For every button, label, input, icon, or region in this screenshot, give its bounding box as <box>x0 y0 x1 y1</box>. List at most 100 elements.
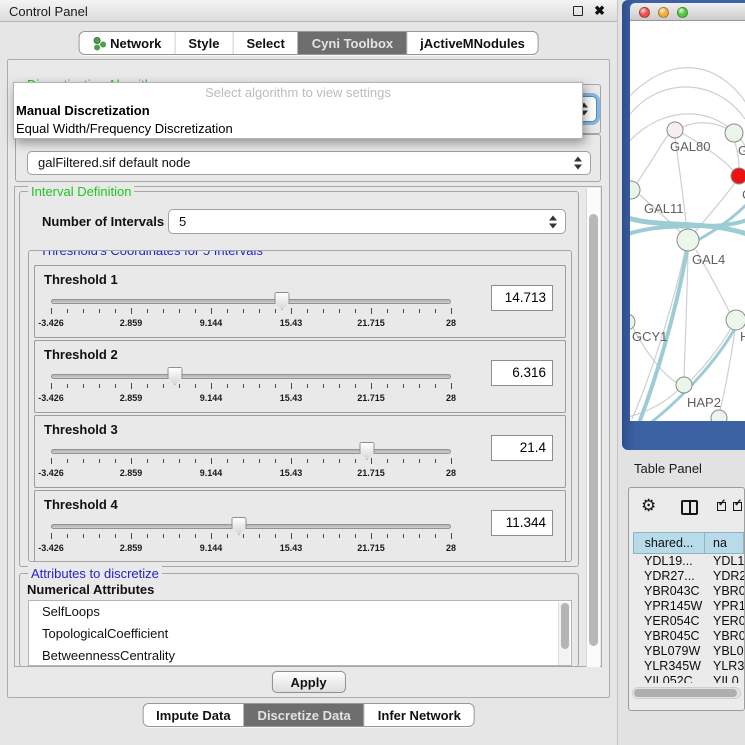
cell-shared-name[interactable]: YER054C <box>633 614 705 629</box>
threshold-label: Threshold 2 <box>44 347 118 362</box>
interval-definition-legend: Interval Definition <box>28 184 134 199</box>
table-horizontal-scrollbar[interactable] <box>632 687 741 699</box>
table-data-combobox[interactable]: galFiltered.sif default node <box>27 151 591 175</box>
slider-track[interactable] <box>51 449 451 454</box>
cell-shared-name[interactable]: YBR045C <box>633 629 705 644</box>
slider-ticks <box>51 533 451 541</box>
table-row[interactable]: YLR345WYLR3 <box>633 659 744 674</box>
threshold-slider[interactable]: -3.4262.8599.14415.4321.71528 <box>51 516 451 562</box>
table-row[interactable]: YDL19...YDL1 <box>633 554 744 569</box>
threshold-slider[interactable]: -3.4262.8599.14415.4321.71528 <box>51 366 451 412</box>
scrollbar-thumb[interactable] <box>634 689 737 697</box>
threshold-slider[interactable]: -3.4262.8599.14415.4321.71528 <box>51 291 451 337</box>
list-item-betweennesscentrality[interactable]: BetweennessCentrality <box>29 645 571 666</box>
minimize-traffic-light-icon[interactable] <box>658 7 669 18</box>
cell-shared-name[interactable]: YLR345W <box>633 659 705 674</box>
network-node-gal80[interactable] <box>667 122 683 138</box>
table-row[interactable]: YBR043CYBR0 <box>633 584 744 599</box>
list-item-selfloops[interactable]: SelfLoops <box>29 601 571 623</box>
scrollbar-thumb[interactable] <box>589 214 598 646</box>
network-edge[interactable] <box>691 328 731 380</box>
cell-name[interactable]: YDR2 <box>705 569 744 584</box>
table-rows: YDL19...YDL1YDR27...YDR2YBR043CYBR0YPR14… <box>633 554 744 683</box>
number-of-intervals-combobox[interactable]: 5 <box>168 209 566 234</box>
tab-network[interactable]: Network <box>79 32 174 54</box>
network-node[interactable] <box>726 310 745 330</box>
scale-tick-label: 28 <box>446 393 456 403</box>
table-data-value: galFiltered.sif default node <box>38 155 190 170</box>
network-node-selected-red[interactable] <box>731 168 745 184</box>
table-toolbar: ⚙ <box>629 488 744 528</box>
slider-scale: -3.4262.8599.14415.4321.71528 <box>51 393 451 405</box>
split-pane-icon[interactable] <box>681 500 698 515</box>
tab-select[interactable]: Select <box>232 32 297 54</box>
column-header-shared[interactable]: shared... <box>633 532 705 554</box>
cell-shared-name[interactable]: YBL079W <box>633 644 705 659</box>
cell-shared-name[interactable]: YDL19... <box>633 554 705 569</box>
network-node-gal4[interactable] <box>677 229 699 251</box>
table-row[interactable]: YBL079WYBL0 <box>633 644 744 659</box>
cell-name[interactable]: YBR0 <box>705 629 744 644</box>
zoom-traffic-light-icon[interactable] <box>677 7 688 18</box>
column-header-name[interactable]: na <box>705 532 744 554</box>
cell-name[interactable]: YIL0 <box>705 674 744 683</box>
tab-infer-network[interactable]: Infer Network <box>364 704 474 726</box>
slider-track[interactable] <box>51 524 451 529</box>
threshold-value-input[interactable]: 21.4 <box>491 435 553 461</box>
cell-name[interactable]: YBL0 <box>705 644 744 659</box>
tab-label: Infer Network <box>378 708 461 723</box>
scale-tick-label: 2.859 <box>120 543 143 553</box>
tab-cyni-toolbox[interactable]: Cyni Toolbox <box>298 32 406 54</box>
algorithm-option-equal-width-frequency[interactable]: Equal Width/Frequency Discretization <box>14 120 582 138</box>
slider-track[interactable] <box>51 299 451 304</box>
table-row[interactable]: YDR27...YDR2 <box>633 569 744 584</box>
cell-shared-name[interactable]: YPR145W <box>633 599 705 614</box>
settings-scrollbar[interactable] <box>586 188 600 667</box>
close-icon[interactable]: ✖ <box>594 3 605 19</box>
scrollbar-thumb[interactable] <box>561 603 569 649</box>
network-node[interactable] <box>725 124 743 142</box>
settings-gear-icon[interactable]: ⚙ <box>641 496 656 516</box>
cell-shared-name[interactable]: YDR27... <box>633 569 705 584</box>
attributes-scrollbar[interactable] <box>558 602 570 666</box>
cell-shared-name[interactable]: YBR043C <box>633 584 705 599</box>
network-edge[interactable] <box>637 135 668 183</box>
cell-name[interactable]: YER0 <box>705 614 744 629</box>
scale-tick-label: 2.859 <box>120 318 143 328</box>
network-node-gal11[interactable] <box>630 181 640 199</box>
close-traffic-light-icon[interactable] <box>639 7 650 18</box>
cell-name[interactable]: YDL1 <box>705 554 744 569</box>
tab-impute-data[interactable]: Impute Data <box>143 704 243 726</box>
select-checkbox-icon[interactable] <box>717 502 726 511</box>
threshold-slider[interactable]: -3.4262.8599.14415.4321.71528 <box>51 441 451 487</box>
apply-button[interactable]: Apply <box>271 671 345 693</box>
tab-jactivemnodules[interactable]: jActiveMNodules <box>406 32 538 54</box>
numerical-attributes-list[interactable]: SelfLoopsTopologicalCoefficientBetweenne… <box>28 600 572 666</box>
network-edge[interactable] <box>630 390 678 417</box>
select-checkbox-icon[interactable] <box>733 502 742 511</box>
network-canvas[interactable]: GAL80GACGAL11GAL4GCY1HHAP2 <box>630 21 745 421</box>
tab-style[interactable]: Style <box>174 32 232 54</box>
combo-stepper-icon <box>574 157 583 170</box>
network-edge[interactable] <box>630 87 745 121</box>
tab-discretize-data[interactable]: Discretize Data <box>244 704 364 726</box>
table-row[interactable]: YPR145WYPR1 <box>633 599 744 614</box>
cell-name[interactable]: YBR0 <box>705 584 744 599</box>
threshold-value-input[interactable]: 6.316 <box>491 360 553 386</box>
table-row[interactable]: YER054CYER0 <box>633 614 744 629</box>
network-node-gcy1[interactable] <box>630 314 635 330</box>
network-node[interactable] <box>711 410 727 421</box>
slider-track[interactable] <box>51 374 451 379</box>
list-item-topologicalcoefficient[interactable]: TopologicalCoefficient <box>29 623 571 645</box>
algorithm-option-manual-discretization[interactable]: Manual Discretization <box>14 102 582 120</box>
threshold-value-input[interactable]: 14.713 <box>491 285 553 311</box>
cell-shared-name[interactable]: YIL052C <box>633 674 705 683</box>
network-node-hap2[interactable] <box>676 377 692 393</box>
table-row[interactable]: YIL052CYIL0 <box>633 674 744 683</box>
table-row[interactable]: YBR045CYBR0 <box>633 629 744 644</box>
float-panel-icon[interactable] <box>573 6 583 16</box>
threshold-value-input[interactable]: 11.344 <box>491 510 553 536</box>
network-view-window: GAL80GACGAL11GAL4GCY1HHAP2 <box>622 0 745 450</box>
cell-name[interactable]: YLR3 <box>705 659 744 674</box>
cell-name[interactable]: YPR1 <box>705 599 744 614</box>
